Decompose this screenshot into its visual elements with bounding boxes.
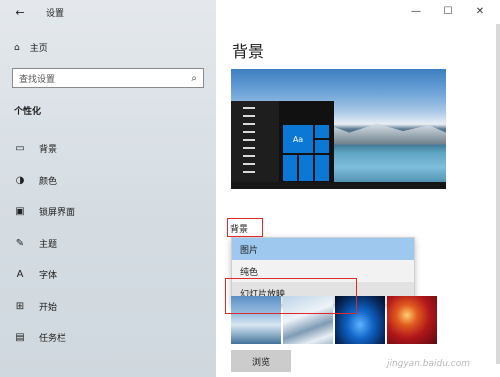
start-icon: ⊞ [15, 300, 25, 312]
title-bar: ← 设置 — ☐ ✕ [0, 0, 500, 24]
home-icon: ⌂ [14, 42, 20, 53]
sidebar-item-label: 任务栏 [39, 333, 67, 344]
sidebar-item-themes[interactable]: ✎ 主题 [0, 229, 216, 257]
window-controls: — ☐ ✕ [400, 0, 496, 22]
highlight-box-slideshow [225, 278, 357, 314]
browse-button[interactable]: 浏览 [231, 350, 291, 372]
home-label: 主页 [29, 44, 48, 54]
sidebar-item-label: 锁屏界面 [39, 207, 76, 218]
theme-icon: ✎ [15, 237, 25, 249]
watermark: jingyan.baidu.com [386, 359, 470, 369]
picture-icon: ▭ [15, 142, 25, 154]
sidebar-item-colors[interactable]: ◑ 颜色 [0, 166, 216, 194]
sidebar-item-background[interactable]: ▭ 背景 [0, 134, 216, 162]
sidebar-item-fonts[interactable]: A 字体 [0, 260, 216, 288]
taskbar-icon: ▤ [15, 331, 25, 343]
sidebar-item-start[interactable]: ⊞ 开始 [0, 292, 216, 320]
sidebar-item-label: 字体 [39, 270, 58, 281]
background-preview: Aa [231, 69, 446, 189]
sidebar-item-label: 颜色 [39, 176, 58, 187]
search-input[interactable]: 查找设置 [19, 72, 191, 85]
back-arrow-icon[interactable]: ← [12, 4, 28, 20]
sidebar-item-label: 主题 [39, 239, 58, 250]
page-title: 背景 [232, 42, 265, 61]
preview-sample-tile: Aa [282, 124, 314, 154]
font-icon: A [16, 268, 24, 280]
scrollbar[interactable] [496, 24, 500, 364]
palette-icon: ◑ [15, 174, 25, 186]
app-title: 设置 [46, 9, 65, 19]
sidebar: ⌂ 主页 查找设置 ⌕ 个性化 ▭ 背景 ◑ 颜色 ▣ 锁屏界面 ✎ 主题 A … [0, 0, 216, 377]
preview-taskbar [231, 182, 446, 189]
lock-screen-icon: ▣ [15, 205, 25, 217]
dropdown-option-picture[interactable]: 图片 [232, 238, 414, 260]
sidebar-item-taskbar[interactable]: ▤ 任务栏 [0, 323, 216, 351]
highlight-box-label [227, 218, 263, 237]
preview-tiles: Aa [282, 124, 330, 182]
maximize-icon[interactable]: ☐ [432, 0, 464, 22]
sidebar-item-label: 开始 [39, 302, 58, 313]
search-box[interactable]: 查找设置 ⌕ [12, 68, 204, 88]
search-icon[interactable]: ⌕ [191, 73, 197, 84]
recent-picture[interactable] [387, 296, 437, 344]
minimize-icon[interactable]: — [400, 0, 432, 22]
section-heading: 个性化 [14, 107, 42, 117]
sidebar-item-home[interactable]: ⌂ 主页 [14, 41, 48, 55]
preview-start-menu [231, 101, 279, 189]
close-icon[interactable]: ✕ [464, 0, 496, 22]
sidebar-item-label: 背景 [39, 144, 58, 155]
main-content: 背景 Aa 背景 图片 纯色 幻灯片放映 浏览 [216, 0, 500, 377]
sidebar-item-lock-screen[interactable]: ▣ 锁屏界面 [0, 197, 216, 225]
